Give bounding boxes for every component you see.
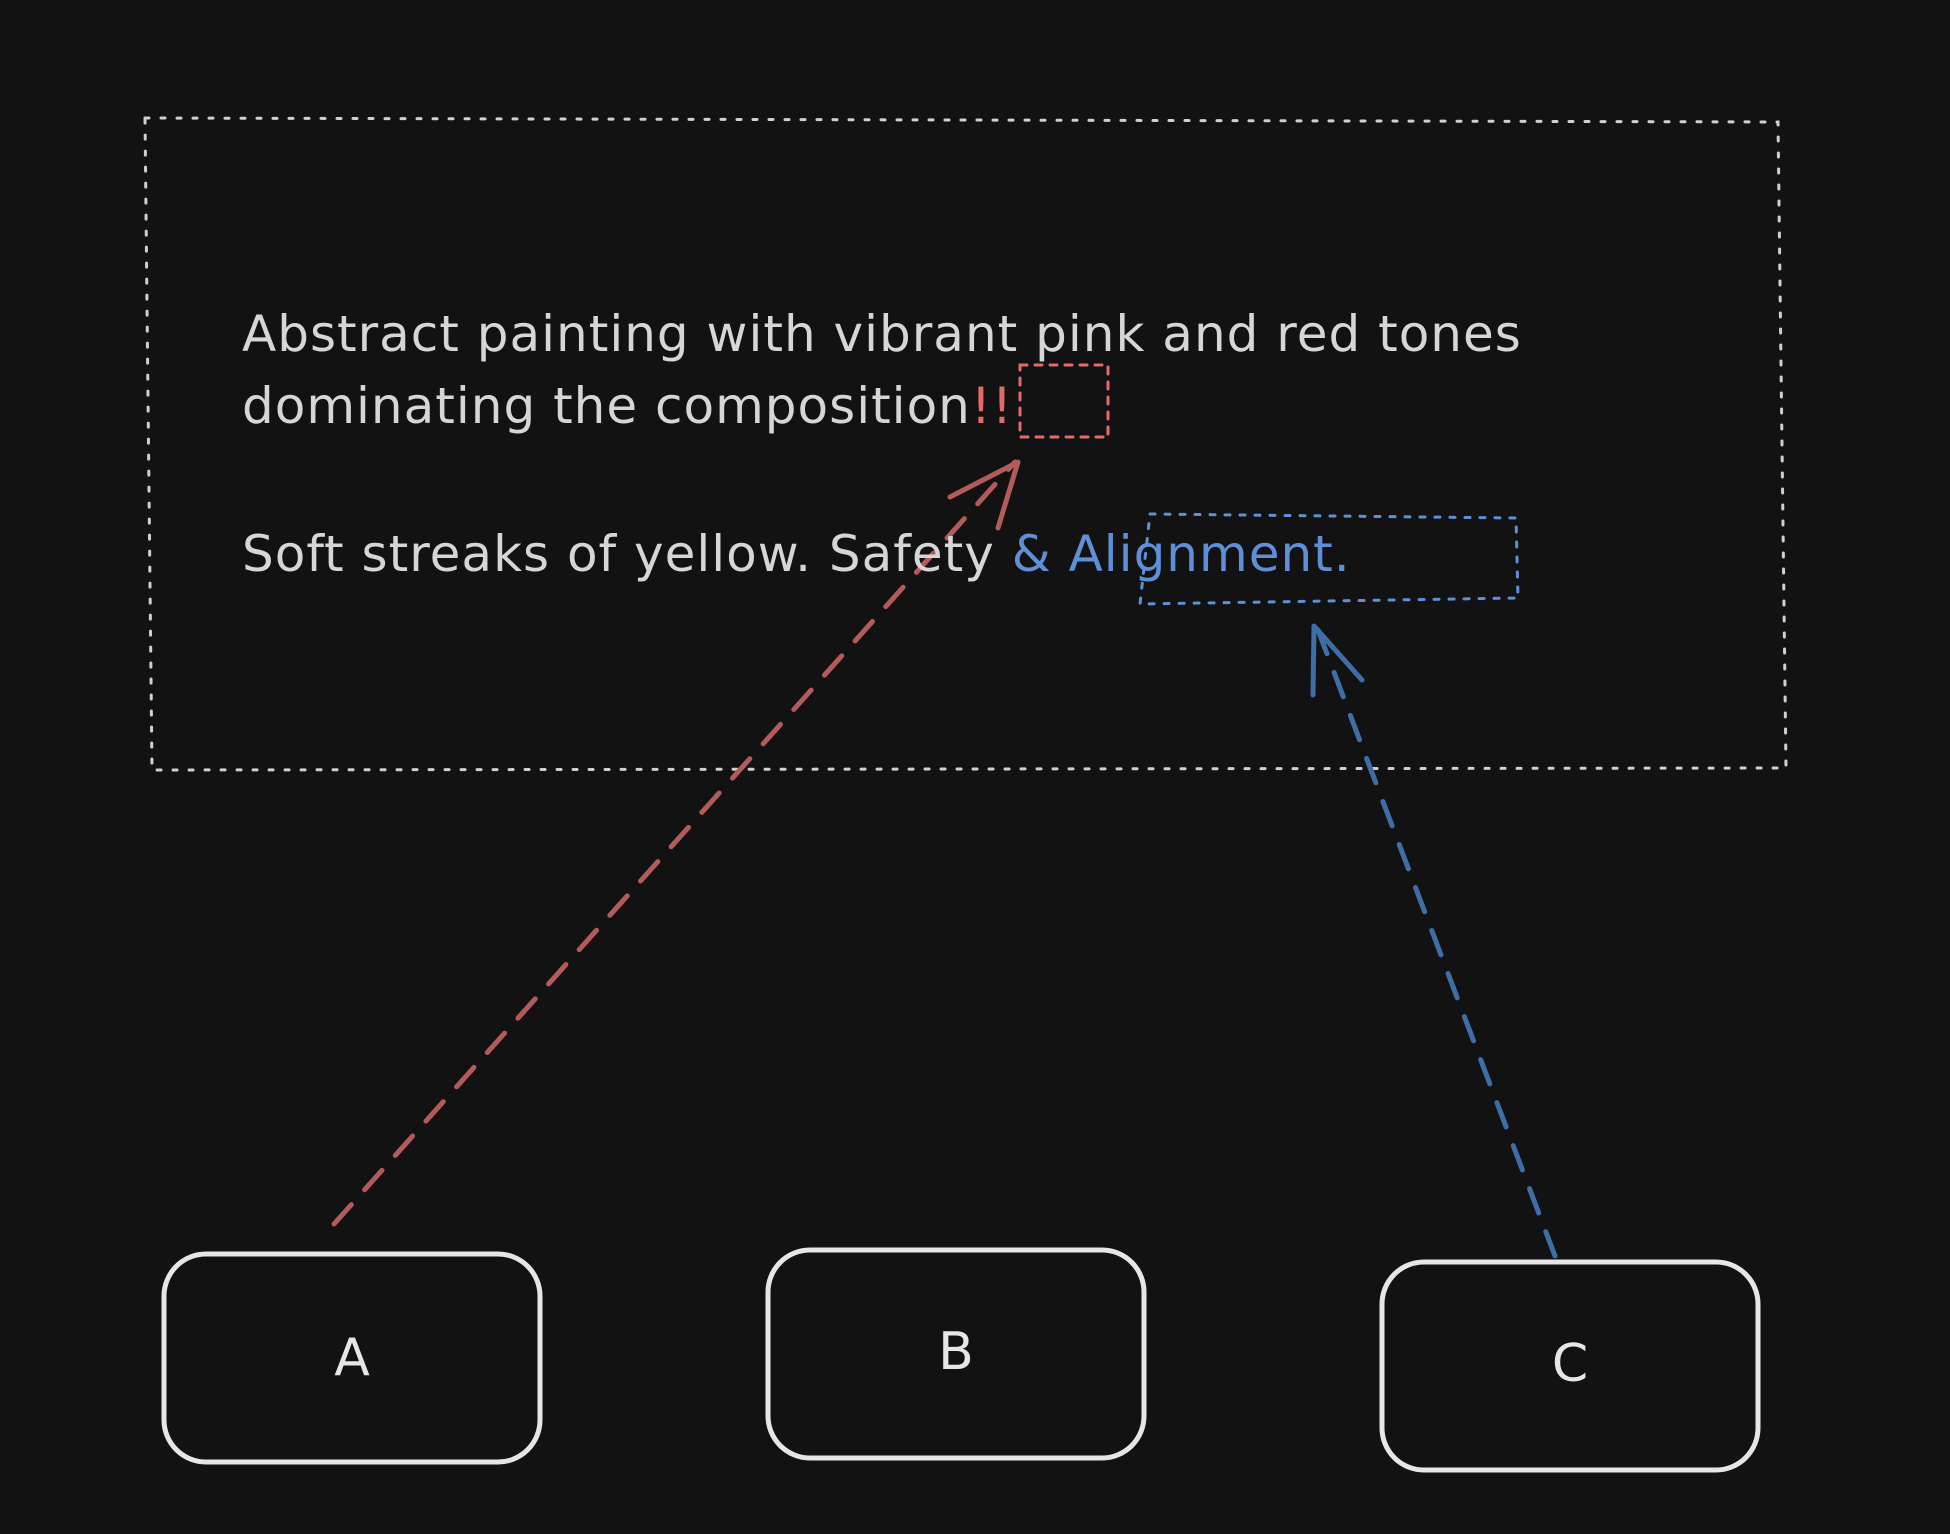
node-c-label[interactable]: C [1382,1334,1758,1394]
text-line-1: Abstract painting with vibrant pink and … [242,305,1522,363]
text-line-3-prefix: Soft streaks of yellow. Safety [242,525,1012,583]
highlight-exclamation[interactable]: !! [971,377,1013,435]
node-a-label[interactable]: A [164,1328,540,1388]
text-line-2: dominating the composition!! [242,370,1682,442]
text-line-3: Soft streaks of yellow. Safety & Alignme… [242,518,1682,590]
highlight-alignment[interactable]: & Alignment. [1012,525,1351,583]
edge-c-to-highlight[interactable] [1315,627,1558,1259]
text-content: Abstract painting with vibrant pink and … [242,298,1682,590]
node-b-label[interactable]: B [768,1322,1144,1382]
diagram-canvas [143,116,1788,1473]
text-line-2-prefix: dominating the composition [242,377,971,435]
